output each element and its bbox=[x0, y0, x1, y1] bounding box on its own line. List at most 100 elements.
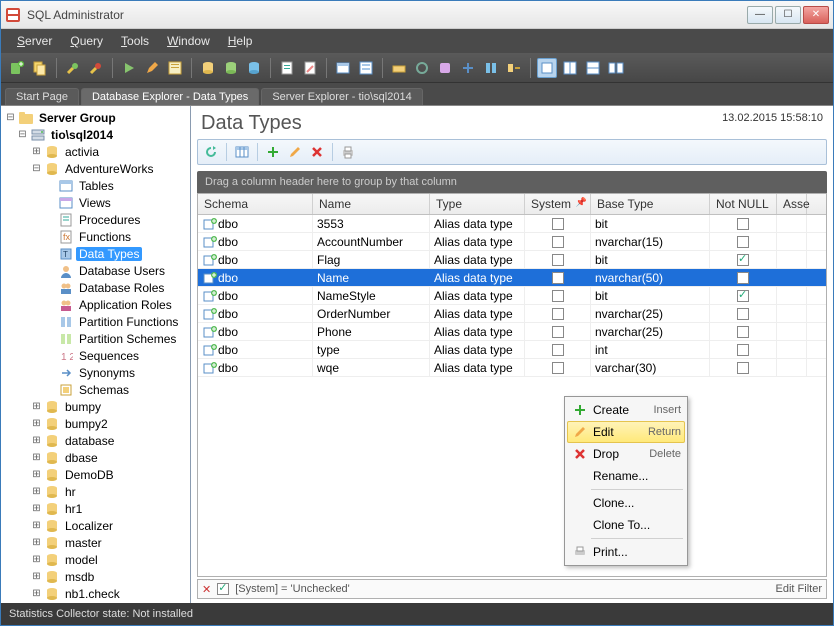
tb-copy-icon[interactable] bbox=[30, 58, 50, 78]
tree-item-partition-functions[interactable]: Partition Functions bbox=[1, 313, 190, 330]
tb-tool3-icon[interactable] bbox=[435, 58, 455, 78]
tb-props-icon[interactable] bbox=[165, 58, 185, 78]
ctx-create[interactable]: CreateInsert bbox=[567, 399, 685, 421]
expand-icon[interactable]: ⊞ bbox=[31, 401, 42, 412]
collapse-icon[interactable]: ⊟ bbox=[5, 112, 16, 123]
col-name[interactable]: Name bbox=[313, 194, 430, 214]
notnull-checkbox[interactable] bbox=[737, 308, 749, 320]
tree-item-synonyms[interactable]: Synonyms bbox=[1, 364, 190, 381]
tb-db1-icon[interactable] bbox=[198, 58, 218, 78]
system-checkbox[interactable] bbox=[552, 218, 564, 230]
filter-clear-icon[interactable]: ✕ bbox=[202, 583, 211, 596]
grid-view-icon[interactable] bbox=[233, 143, 251, 161]
table-row[interactable]: dboPhoneAlias data typenvarchar(25) bbox=[198, 323, 826, 341]
notnull-checkbox[interactable] bbox=[737, 362, 749, 374]
expand-icon[interactable]: ⊞ bbox=[31, 469, 42, 480]
object-tree[interactable]: ⊟ Server Group ⊟ tio\sql2014 ⊞ activia ⊟… bbox=[1, 106, 191, 603]
expand-icon[interactable]: ⊞ bbox=[31, 520, 42, 531]
tree-db[interactable]: ⊞dbase bbox=[1, 449, 190, 466]
tb-db3-icon[interactable] bbox=[244, 58, 264, 78]
tree-item-application-roles[interactable]: Application Roles bbox=[1, 296, 190, 313]
tree-db[interactable]: ⊟ AdventureWorks bbox=[1, 160, 190, 177]
tree-item-views[interactable]: Views bbox=[1, 194, 190, 211]
group-hint[interactable]: Drag a column header here to group by th… bbox=[197, 171, 827, 193]
col-notnull[interactable]: Not NULL bbox=[710, 194, 777, 214]
expand-icon[interactable]: ⊞ bbox=[31, 588, 42, 599]
tab-start-page[interactable]: Start Page bbox=[5, 88, 79, 105]
table-row[interactable]: dboNameAlias data typenvarchar(50) bbox=[198, 269, 826, 287]
tab-server-explorer[interactable]: Server Explorer - tio\sql2014 bbox=[261, 88, 422, 105]
notnull-checkbox[interactable] bbox=[737, 218, 749, 230]
tb-tool1-icon[interactable] bbox=[389, 58, 409, 78]
tb-tool2-icon[interactable] bbox=[412, 58, 432, 78]
ctx-clone[interactable]: Clone... bbox=[567, 492, 685, 514]
col-asse[interactable]: Asse bbox=[777, 194, 807, 214]
tree-server[interactable]: ⊟ tio\sql2014 bbox=[1, 126, 190, 143]
col-type[interactable]: Type bbox=[430, 194, 525, 214]
notnull-checkbox[interactable] bbox=[737, 344, 749, 356]
table-row[interactable]: dboFlagAlias data typebit bbox=[198, 251, 826, 269]
ctx-cloneto[interactable]: Clone To... bbox=[567, 514, 685, 536]
tree-db[interactable]: ⊞nb1.check bbox=[1, 585, 190, 602]
system-checkbox[interactable] bbox=[552, 362, 564, 374]
table-row[interactable]: dbo3553Alias data typebit bbox=[198, 215, 826, 233]
tb-run-icon[interactable] bbox=[119, 58, 139, 78]
tb-win3-icon[interactable] bbox=[583, 58, 603, 78]
system-checkbox[interactable] bbox=[552, 326, 564, 338]
tree-db[interactable]: ⊞model bbox=[1, 551, 190, 568]
ctx-print[interactable]: Print... bbox=[567, 541, 685, 563]
menu-server[interactable]: Server bbox=[9, 32, 60, 50]
notnull-checkbox[interactable] bbox=[737, 272, 749, 284]
tb-grid-icon[interactable] bbox=[333, 58, 353, 78]
tree-db[interactable]: ⊞Localizer bbox=[1, 517, 190, 534]
tree-item-sequences[interactable]: 1 2Sequences bbox=[1, 347, 190, 364]
tb-win4-icon[interactable] bbox=[606, 58, 626, 78]
tab-database-explorer[interactable]: Database Explorer - Data Types bbox=[81, 88, 259, 105]
tb-form-icon[interactable] bbox=[356, 58, 376, 78]
system-checkbox[interactable] bbox=[552, 344, 564, 356]
col-schema[interactable]: Schema bbox=[198, 194, 313, 214]
tree-db[interactable]: ⊞database bbox=[1, 432, 190, 449]
menu-help[interactable]: Help bbox=[220, 32, 261, 50]
tb-win1-icon[interactable] bbox=[537, 58, 557, 78]
tree-item-tables[interactable]: Tables bbox=[1, 177, 190, 194]
system-checkbox[interactable] bbox=[552, 254, 564, 266]
tree-db[interactable]: ⊞hr1 bbox=[1, 500, 190, 517]
filter-checkbox[interactable] bbox=[217, 583, 229, 595]
expand-icon[interactable]: ⊞ bbox=[31, 418, 42, 429]
ctx-rename[interactable]: Rename... bbox=[567, 465, 685, 487]
print-icon[interactable] bbox=[339, 143, 357, 161]
expand-icon[interactable]: ⊞ bbox=[31, 486, 42, 497]
tree-item-database-roles[interactable]: Database Roles bbox=[1, 279, 190, 296]
ctx-edit[interactable]: EditReturn bbox=[567, 421, 685, 443]
add-icon[interactable] bbox=[264, 143, 282, 161]
close-button[interactable]: ✕ bbox=[803, 6, 829, 24]
menu-query[interactable]: Query bbox=[62, 32, 111, 50]
collapse-icon[interactable]: ⊟ bbox=[17, 129, 28, 140]
tree-item-schemas[interactable]: Schemas bbox=[1, 381, 190, 398]
edit-filter-link[interactable]: Edit Filter bbox=[776, 583, 822, 595]
tree-db[interactable]: ⊞DemoDB bbox=[1, 466, 190, 483]
tb-register-icon[interactable] bbox=[7, 58, 27, 78]
tree-db[interactable]: ⊞bumpy2 bbox=[1, 415, 190, 432]
col-system[interactable]: System📌 bbox=[525, 194, 591, 214]
ctx-drop[interactable]: DropDelete bbox=[567, 443, 685, 465]
filter-icon[interactable]: 📌 bbox=[576, 197, 587, 208]
tree-item-data-types[interactable]: TData Types bbox=[1, 245, 190, 262]
table-row[interactable]: dboNameStyleAlias data typebit bbox=[198, 287, 826, 305]
tree-root[interactable]: ⊟ Server Group bbox=[1, 109, 190, 126]
tree-item-procedures[interactable]: Procedures bbox=[1, 211, 190, 228]
expand-icon[interactable]: ⊞ bbox=[31, 537, 42, 548]
table-row[interactable]: dboAccountNumberAlias data typenvarchar(… bbox=[198, 233, 826, 251]
tb-win2-icon[interactable] bbox=[560, 58, 580, 78]
tree-item-partition-schemes[interactable]: Partition Schemes bbox=[1, 330, 190, 347]
tb-script2-icon[interactable] bbox=[300, 58, 320, 78]
expand-icon[interactable]: ⊞ bbox=[31, 435, 42, 446]
grid-body[interactable]: dbo3553Alias data typebitdboAccountNumbe… bbox=[198, 215, 826, 576]
tree-db[interactable]: ⊞master bbox=[1, 534, 190, 551]
maximize-button[interactable]: ☐ bbox=[775, 6, 801, 24]
notnull-checkbox[interactable] bbox=[737, 326, 749, 338]
table-row[interactable]: dbotypeAlias data typeint bbox=[198, 341, 826, 359]
minimize-button[interactable]: — bbox=[747, 6, 773, 24]
tb-tool5-icon[interactable] bbox=[481, 58, 501, 78]
